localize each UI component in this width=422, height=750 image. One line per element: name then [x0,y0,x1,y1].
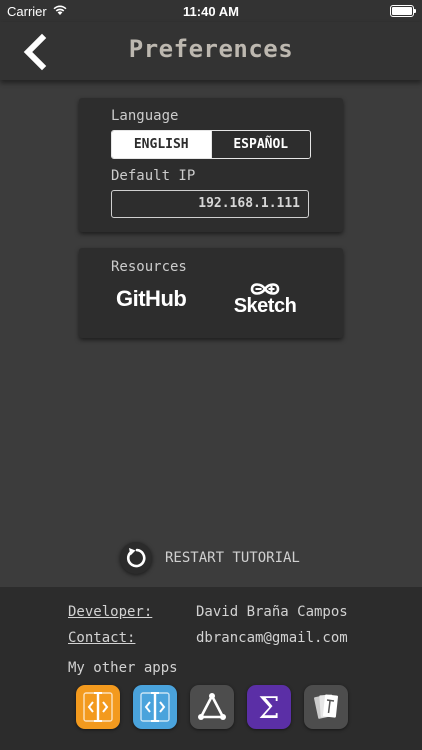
split-panel-icon [140,692,170,722]
svg-text:Σ: Σ [258,691,279,726]
other-apps-label: My other apps [68,660,178,676]
contact-email-link[interactable]: dbrancam@gmail.com [196,630,348,646]
split-panel-icon [83,692,113,722]
triangle-icon [198,693,226,720]
blue-app-icon[interactable] [133,685,177,729]
sigma-icon: Σ [258,691,279,726]
contact-row: Contact: dbrancam@gmail.com [68,630,348,646]
footer: Developer: David Braña Campos Contact: d… [0,587,422,750]
restart-tutorial-label: RESTART TUTORIAL [165,550,300,566]
battery-fill [392,7,412,15]
sketch-label: Sketch [233,295,297,317]
github-logo-link[interactable]: GitHub [116,286,187,312]
status-bar: Carrier 11:40 AM [0,0,422,22]
restart-icon [126,548,146,568]
cards-app-icon[interactable] [304,685,348,729]
page-title: Preferences [128,35,294,63]
resources-label: Resources [111,259,187,275]
orange-app-icon[interactable] [76,685,120,729]
other-apps-list: Σ [76,685,361,729]
language-card: Language ENGLISH ESPAÑOL Default IP 192.… [79,98,343,232]
sketch-logo-link[interactable]: Sketch [232,280,298,320]
developer-key: Developer: [68,604,153,620]
restart-icon-circle [120,542,152,574]
default-ip-field[interactable]: 192.168.1.111 [111,190,309,218]
developer-row: Developer: David Braña Campos [68,604,348,620]
language-option-english[interactable]: ENGLISH [112,131,211,158]
triangle-app-icon[interactable] [190,685,234,729]
cards-icon [314,694,339,719]
contact-key: Contact: [68,630,136,646]
restart-tutorial-button[interactable]: RESTART TUTORIAL [120,542,310,574]
language-label: Language [111,108,179,124]
resources-card: Resources GitHub Sketch [79,248,343,338]
navigation-bar: Preferences [0,22,422,80]
developer-value: David Braña Campos [196,604,348,620]
clock: 11:40 AM [183,4,239,19]
language-option-spanish[interactable]: ESPAÑOL [210,131,310,158]
language-segmented-control: ENGLISH ESPAÑOL [111,130,311,159]
sigma-app-icon[interactable]: Σ [247,685,291,729]
battery-icon [390,5,416,17]
default-ip-label: Default IP [111,168,196,184]
